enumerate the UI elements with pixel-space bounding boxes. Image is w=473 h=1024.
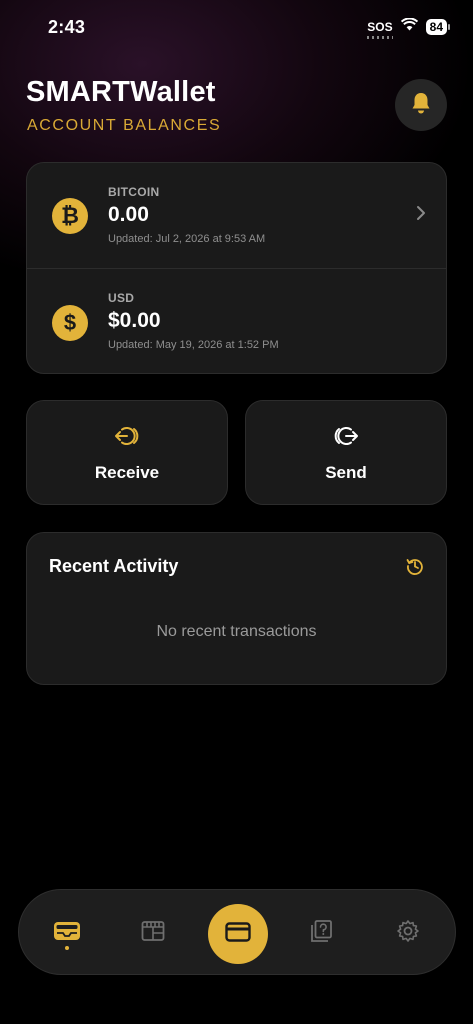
bitcoin-icon: ₿ [52, 198, 88, 234]
dollar-icon: $ [52, 305, 88, 341]
balance-label: BITCOIN [108, 185, 160, 199]
balance-value: 0.00 [108, 203, 149, 226]
chevron-right-icon [416, 205, 426, 226]
balance-updated: Updated: Jul 2, 2026 at 9:53 AM [108, 233, 266, 245]
active-tab-indicator [65, 946, 69, 950]
card-icon [225, 921, 251, 947]
send-label: Send [325, 463, 367, 482]
status-time: 2:43 [48, 16, 86, 37]
tab-card[interactable] [208, 904, 268, 964]
status-indicators: SOS 84 [367, 17, 451, 39]
wifi-icon [400, 17, 418, 36]
send-button[interactable]: Send [245, 400, 447, 505]
app-title: SMARTWallet [26, 76, 216, 108]
balance-updated: Updated: May 19, 2026 at 1:52 PM [108, 339, 279, 351]
receive-label: Receive [94, 463, 160, 482]
balance-label: USD [108, 291, 135, 305]
sos-indicator: SOS [367, 20, 393, 39]
tab-help[interactable] [291, 890, 351, 976]
receive-icon [113, 425, 141, 452]
history-icon[interactable] [406, 557, 424, 580]
bell-icon [410, 91, 432, 120]
receive-button[interactable]: Receive [26, 400, 228, 505]
balances-card: ₿ BITCOIN 0.00 Updated: Jul 2, 2026 at 9… [26, 162, 447, 374]
tab-settings[interactable] [378, 890, 438, 976]
tab-wallet[interactable] [37, 890, 97, 976]
calendar-icon [141, 920, 165, 947]
sos-label: SOS [367, 20, 393, 34]
help-icon [309, 919, 333, 948]
empty-state-text: No recent transactions [156, 623, 317, 640]
page-subtitle: ACCOUNT BALANCES [27, 117, 222, 134]
recent-activity-card: Recent Activity No recent transactions [26, 532, 447, 685]
balance-row-bitcoin[interactable]: ₿ BITCOIN 0.00 Updated: Jul 2, 2026 at 9… [27, 163, 446, 269]
notifications-button[interactable] [395, 79, 447, 131]
tab-calendar[interactable] [123, 890, 183, 976]
wallet-icon [53, 919, 81, 948]
send-icon [332, 425, 360, 452]
balance-row-usd[interactable]: $ USD $0.00 Updated: May 19, 2026 at 1:5… [27, 269, 446, 375]
status-bar: 2:43 SOS 84 [0, 0, 473, 54]
balance-value: $0.00 [108, 309, 161, 332]
tab-bar [18, 889, 456, 975]
gear-icon [396, 919, 420, 948]
battery-indicator: 84 [425, 19, 451, 35]
recent-activity-title: Recent Activity [49, 556, 179, 576]
